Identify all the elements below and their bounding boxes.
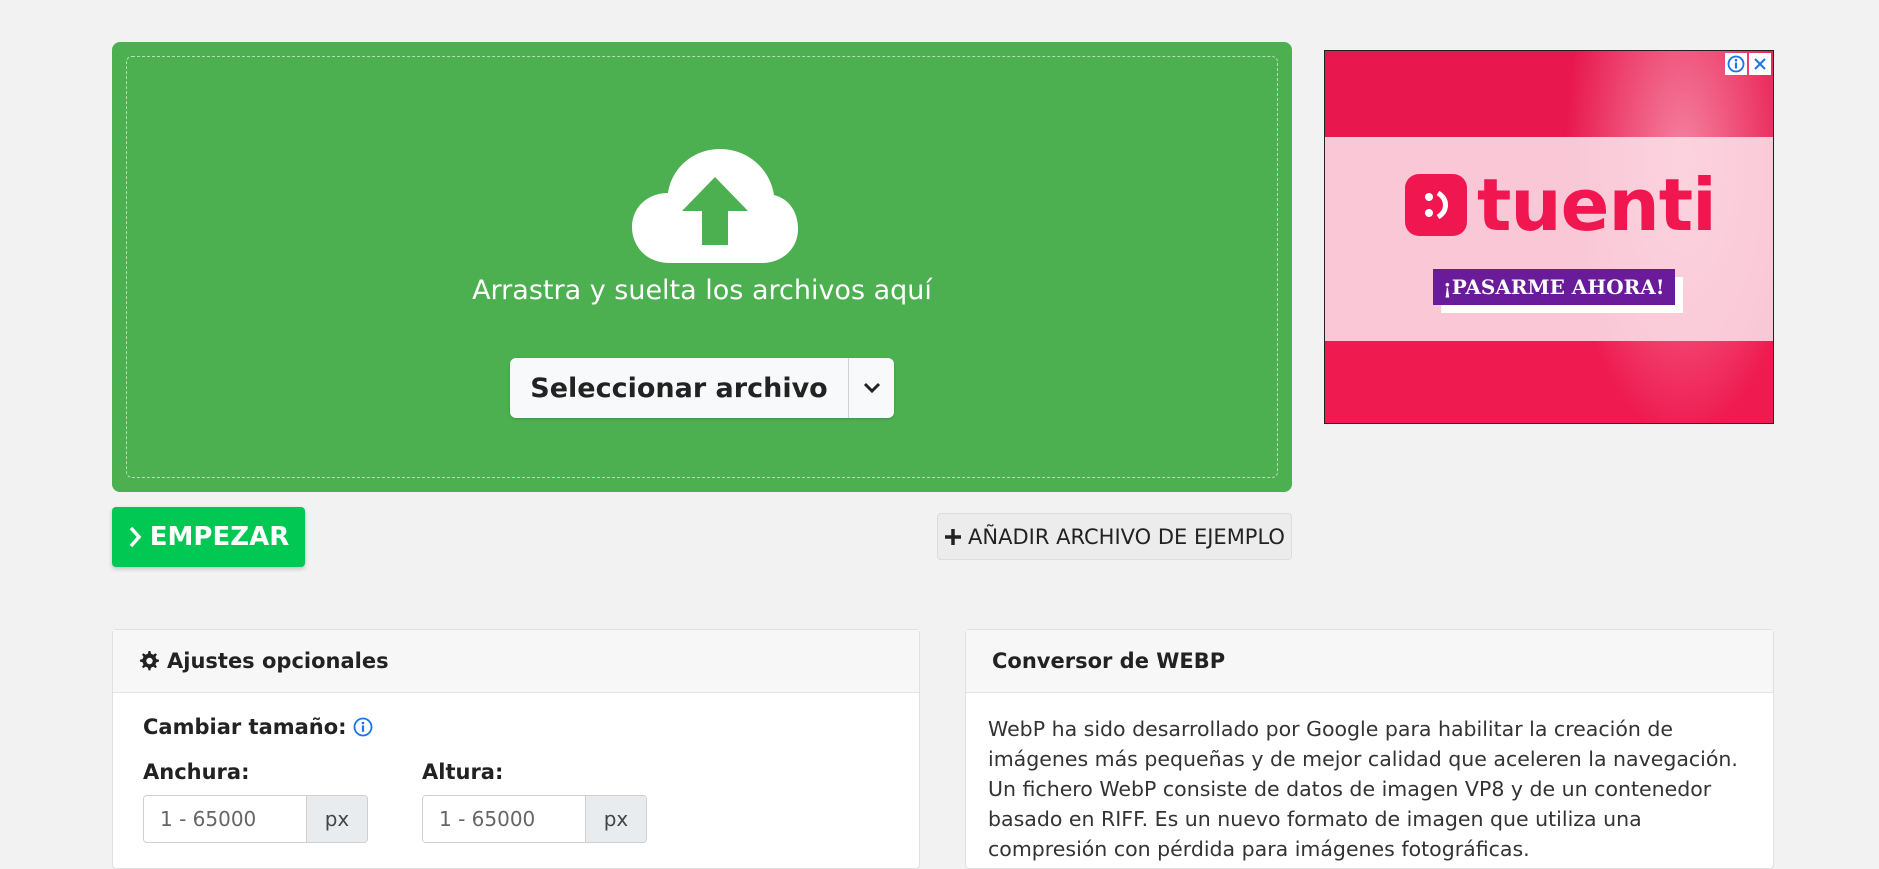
drop-instructions: Arrastra y suelta los archivos aquí (472, 275, 932, 306)
add-example-file-button[interactable]: AÑADIR ARCHIVO DE EJEMPLO (937, 513, 1292, 560)
start-button[interactable]: EMPEZAR (112, 507, 305, 567)
upload-dropzone[interactable]: Arrastra y suelta los archivos aquí Sele… (112, 42, 1292, 492)
converter-description: WebP ha sido desarrollado por Google par… (988, 717, 1738, 861)
add-example-file-label: AÑADIR ARCHIVO DE EJEMPLO (968, 524, 1285, 549)
resize-label-row: Cambiar tamaño: (143, 715, 373, 739)
height-unit: px (585, 796, 646, 842)
plus-icon (945, 528, 962, 545)
info-icon[interactable] (353, 717, 373, 737)
optional-settings-header: Ajustes opcionales (113, 630, 919, 693)
gear-icon (139, 651, 159, 671)
select-source-dropdown[interactable] (848, 358, 894, 418)
ad-logo: tuenti (1405, 163, 1717, 247)
advertisement[interactable]: tuenti ¡PASARME AHORA! (1324, 50, 1774, 424)
converter-info-header: Conversor de WEBP (966, 630, 1773, 693)
converter-info-title: Conversor de WEBP (992, 649, 1226, 673)
upload-dropzone-inner[interactable]: Arrastra y suelta los archivos aquí Sele… (126, 56, 1278, 478)
height-label: Altura: (422, 760, 504, 784)
start-button-label: EMPEZAR (149, 522, 290, 552)
chevron-right-icon (129, 526, 142, 548)
select-file-group: Seleccionar archivo (510, 358, 894, 418)
ad-cta-button[interactable]: ¡PASARME AHORA! (1433, 269, 1675, 305)
ad-brand-name: tuenti (1477, 163, 1717, 247)
converter-info-panel: Conversor de WEBP WebP ha sido desarroll… (965, 629, 1774, 869)
cloud-upload-icon (632, 149, 798, 263)
resize-label: Cambiar tamaño: (143, 715, 347, 739)
select-file-button[interactable]: Seleccionar archivo (510, 358, 848, 418)
height-input[interactable] (423, 796, 585, 842)
width-unit: px (306, 796, 367, 842)
tuenti-logo-icon (1405, 174, 1467, 236)
height-field-group: px (422, 795, 647, 843)
width-field-group: px (143, 795, 368, 843)
info-icon[interactable] (1725, 53, 1747, 75)
optional-settings-panel: Ajustes opcionales Cambiar tamaño: Anchu… (112, 629, 920, 869)
width-label: Anchura: (143, 760, 250, 784)
width-input[interactable] (144, 796, 306, 842)
optional-settings-title: Ajustes opcionales (167, 649, 389, 673)
close-icon[interactable] (1749, 53, 1771, 75)
chevron-down-icon (863, 382, 880, 394)
